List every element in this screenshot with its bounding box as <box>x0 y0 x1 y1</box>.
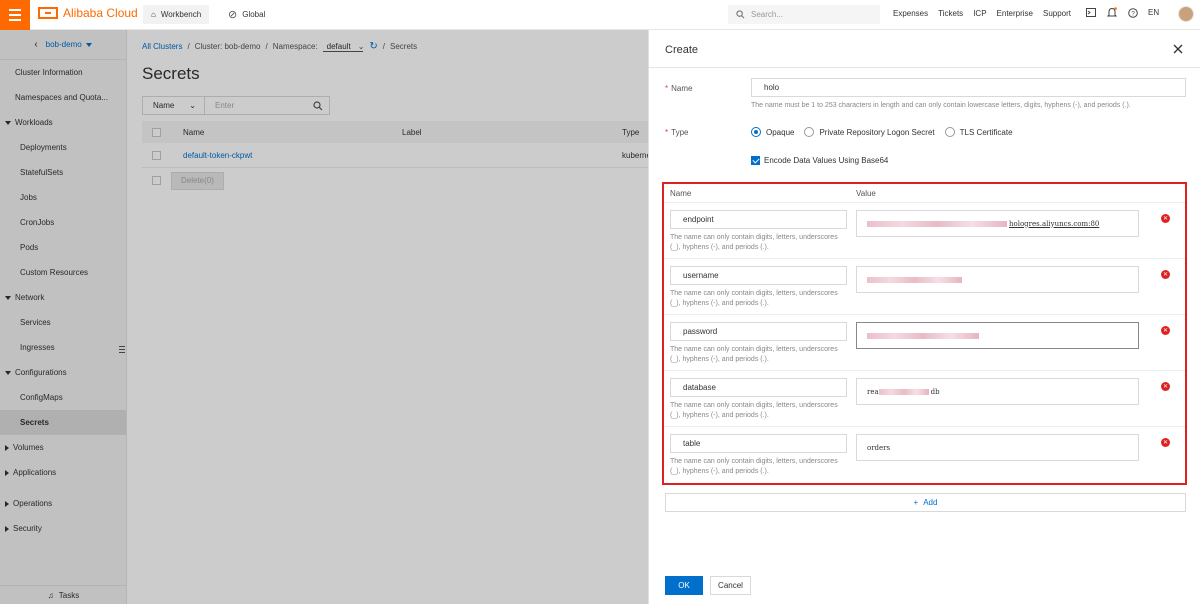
redacted-value <box>878 388 929 395</box>
workbench-button[interactable]: ⌂ Workbench <box>143 5 210 24</box>
ok-button[interactable]: OK <box>665 576 703 595</box>
divider <box>649 67 1200 68</box>
required-mark: * <box>665 84 669 93</box>
support-link[interactable]: Support <box>1043 9 1071 18</box>
value-input[interactable]: hologres.aliyuncs.com:80 <box>856 210 1139 237</box>
kv-row: password The name can only contain digit… <box>664 314 1185 370</box>
type-option-private-repo[interactable]: Private Repository Logon Secret <box>804 127 935 137</box>
option-label: Opaque <box>766 127 795 137</box>
svg-text:?: ? <box>1131 10 1135 17</box>
menu-icon[interactable] <box>0 0 30 30</box>
type-option-tls[interactable]: TLS Certificate <box>944 127 1013 137</box>
help-icon[interactable]: ? <box>1127 7 1138 18</box>
create-secret-drawer: Create * Name holo The name must be 1 to … <box>648 30 1200 604</box>
remove-row-icon[interactable]: ✕ <box>1161 438 1170 447</box>
key-input[interactable]: table <box>670 434 847 453</box>
redacted-value <box>867 332 979 339</box>
name-field-label: * Name <box>665 84 692 93</box>
add-entry-button[interactable]: + Add <box>665 493 1186 512</box>
globe-icon: ⊘ <box>228 9 238 21</box>
value-input[interactable]: rea db <box>856 378 1139 405</box>
language-switch[interactable]: EN <box>1148 8 1159 17</box>
remove-row-icon[interactable]: ✕ <box>1161 270 1170 279</box>
region-label: Global <box>242 10 266 19</box>
value-prefix: rea <box>867 387 879 396</box>
icp-link[interactable]: ICP <box>973 9 986 18</box>
type-option-opaque[interactable]: Opaque <box>751 127 794 137</box>
key-hint: The name can only contain digits, letter… <box>670 402 838 419</box>
key-input[interactable]: database <box>670 378 847 397</box>
kv-row: endpoint The name can only contain digit… <box>664 202 1185 258</box>
key-value-editor: Name Value endpoint The name can only co… <box>662 182 1187 485</box>
kv-header-value: Value <box>856 189 876 198</box>
avatar[interactable] <box>1178 6 1194 22</box>
add-label: Add <box>923 498 938 507</box>
value-text: hologres.aliyuncs.com:80 <box>1009 219 1100 228</box>
redacted-value <box>867 276 962 283</box>
search-icon <box>736 10 745 19</box>
drawer-footer: OK Cancel <box>665 576 751 595</box>
remove-row-icon[interactable]: ✕ <box>1161 214 1170 223</box>
kv-header-name: Name <box>670 189 692 198</box>
home-icon: ⌂ <box>151 10 156 19</box>
key-input[interactable]: username <box>670 266 847 285</box>
enterprise-link[interactable]: Enterprise <box>997 9 1033 18</box>
option-label: Private Repository Logon Secret <box>819 127 935 137</box>
checkbox-checked-icon <box>751 156 760 165</box>
encode-label: Encode Data Values Using Base64 <box>764 156 889 165</box>
type-label-text: Type <box>671 128 689 137</box>
drawer-title: Create <box>665 44 699 56</box>
key-input[interactable]: endpoint <box>670 210 847 229</box>
brand-name: Alibaba Cloud <box>63 6 138 20</box>
top-links: Expenses Tickets ICP Enterprise Support <box>893 9 1071 18</box>
plus-icon: + <box>913 498 919 507</box>
alibaba-logo-icon <box>38 7 58 19</box>
name-hint: The name must be 1 to 253 characters in … <box>751 102 1131 109</box>
key-hint: The name can only contain digits, letter… <box>670 346 838 363</box>
value-input[interactable] <box>856 266 1139 293</box>
radio-checked-icon <box>751 127 761 137</box>
key-input[interactable]: password <box>670 322 847 341</box>
region-selector[interactable]: ⊘ Global <box>228 5 265 24</box>
brand-logo[interactable]: Alibaba Cloud <box>38 6 138 20</box>
radio-unchecked-icon <box>804 127 815 137</box>
top-icons: ? EN <box>1085 7 1159 18</box>
kv-header: Name Value <box>664 184 1185 202</box>
encode-base64-checkbox[interactable]: Encode Data Values Using Base64 <box>751 156 888 165</box>
key-hint: The name can only contain digits, letter… <box>670 290 838 307</box>
value-input[interactable] <box>856 322 1139 349</box>
search-input[interactable]: Search... <box>728 5 880 24</box>
value-text: db <box>930 387 940 396</box>
radio-unchecked-icon <box>944 127 955 137</box>
redacted-value <box>867 220 1007 227</box>
secret-name-input[interactable]: holo <box>751 78 1186 97</box>
value-text: orders <box>867 443 891 452</box>
remove-row-icon[interactable]: ✕ <box>1161 382 1170 391</box>
type-radio-group: Opaque Private Repository Logon Secret T… <box>751 127 1013 137</box>
cancel-button[interactable]: Cancel <box>710 576 751 595</box>
bell-icon[interactable] <box>1106 7 1117 18</box>
key-hint: The name can only contain digits, letter… <box>670 458 838 475</box>
type-field-label: * Type <box>665 128 688 137</box>
workbench-label: Workbench <box>160 10 202 19</box>
kv-row: username The name can only contain digit… <box>664 258 1185 314</box>
search-placeholder: Search... <box>751 10 784 19</box>
kv-row: database The name can only contain digit… <box>664 370 1185 426</box>
remove-row-icon[interactable]: ✕ <box>1161 326 1170 335</box>
close-icon[interactable] <box>1171 42 1185 56</box>
kv-row: table The name can only contain digits, … <box>664 426 1185 482</box>
top-bar: Alibaba Cloud ⌂ Workbench ⊘ Global Searc… <box>0 0 1200 30</box>
modal-overlay[interactable] <box>0 30 648 604</box>
tickets-link[interactable]: Tickets <box>938 9 963 18</box>
expenses-link[interactable]: Expenses <box>893 9 928 18</box>
terminal-icon[interactable] <box>1085 7 1096 18</box>
option-label: TLS Certificate <box>959 127 1013 137</box>
value-input[interactable]: orders <box>856 434 1139 461</box>
required-mark: * <box>665 128 669 137</box>
key-hint: The name can only contain digits, letter… <box>670 234 838 251</box>
name-label-text: Name <box>671 84 693 93</box>
